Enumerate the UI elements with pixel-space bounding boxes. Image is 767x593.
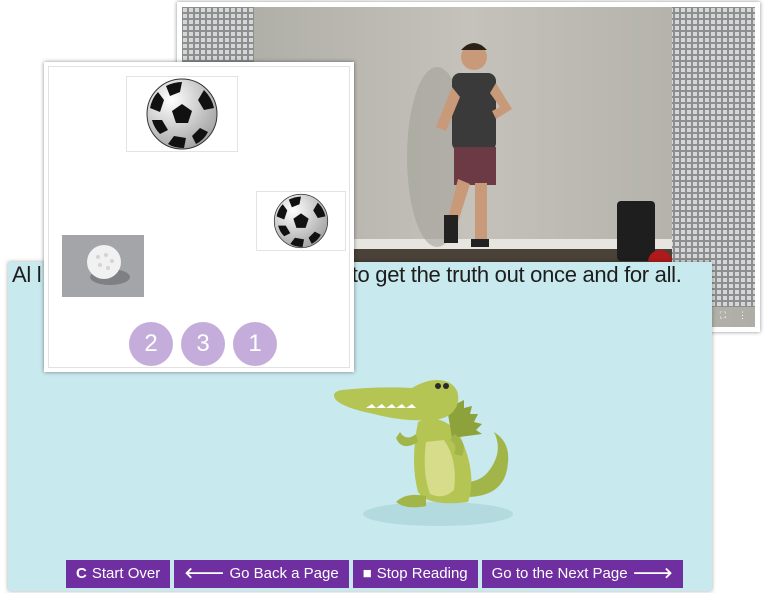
refresh-icon: C	[76, 565, 87, 582]
soccer-ball-large-icon	[146, 78, 218, 150]
ordering-card-inner: 2 3 1	[48, 66, 350, 368]
start-over-label: Start Over	[91, 565, 161, 582]
small-soccer-ball-tile[interactable]	[256, 191, 346, 251]
order-number-button[interactable]: 2	[129, 322, 173, 366]
video-controls[interactable]: ⛶ ⋮	[720, 310, 747, 321]
golf-ball-icon	[62, 235, 144, 297]
story-text: Al l e to get the truth out once and for…	[12, 262, 682, 288]
navigation-bar: C Start Over 🡐 Go Back a Page ■ Stop Rea…	[66, 560, 683, 588]
order-number-button[interactable]: 3	[181, 322, 225, 366]
large-soccer-ball-tile[interactable]	[126, 76, 238, 152]
arrow-left-icon: 🡐	[184, 565, 225, 582]
go-back-label: Go Back a Page	[229, 565, 339, 582]
stop-reading-label: Stop Reading	[376, 565, 468, 582]
go-back-button[interactable]: 🡐 Go Back a Page	[174, 560, 349, 588]
crocodile-illustration	[334, 380, 513, 526]
stop-reading-button[interactable]: ■ Stop Reading	[352, 560, 478, 588]
story-text-left: Al l	[12, 262, 42, 287]
next-page-button[interactable]: Go to the Next Page 🡒	[481, 560, 683, 588]
golf-ball-tile[interactable]	[62, 235, 144, 297]
ordering-card: 2 3 1	[44, 62, 354, 372]
soccer-ball-small-icon	[273, 193, 329, 249]
fullscreen-icon[interactable]: ⛶	[720, 310, 726, 321]
arrow-right-icon: 🡒	[632, 565, 673, 582]
order-number-button[interactable]: 1	[233, 322, 277, 366]
start-over-button[interactable]: C Start Over	[66, 560, 171, 588]
order-number-row: 2 3 1	[129, 322, 277, 366]
more-options-icon[interactable]: ⋮	[738, 310, 747, 321]
stop-icon: ■	[362, 565, 372, 582]
next-page-label: Go to the Next Page	[491, 565, 628, 582]
story-text-right: e to get the truth out once and for all.	[334, 262, 682, 287]
